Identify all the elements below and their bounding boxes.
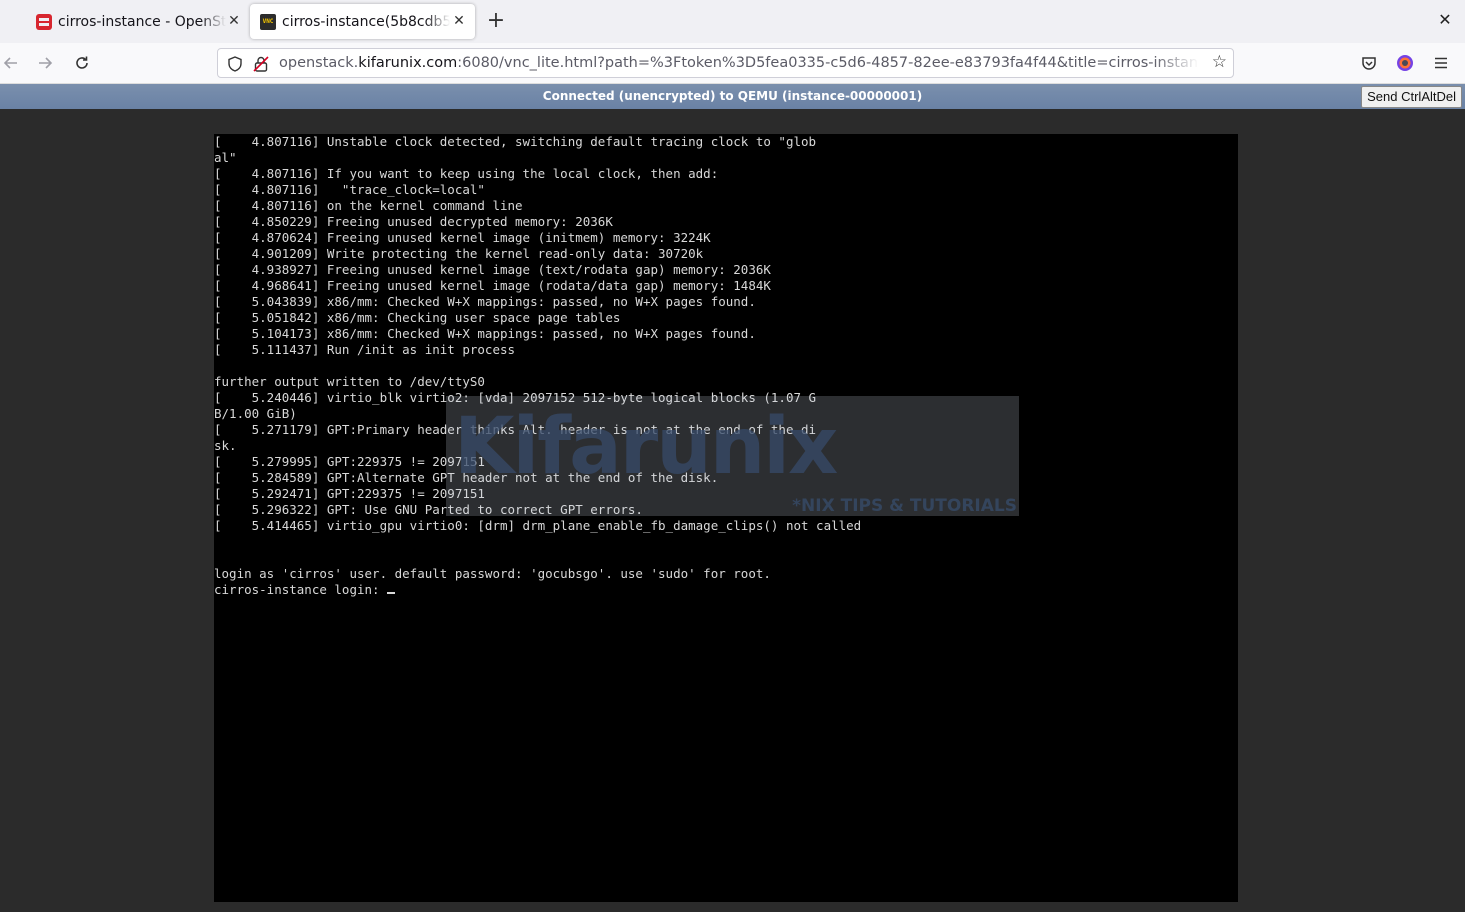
console-line: [ 5.051842] x86/mm: Checking user space …: [214, 310, 621, 325]
pocket-icon: [1362, 57, 1376, 70]
forward-arrow-icon: [39, 57, 53, 69]
tab-vnc-console[interactable]: VNC cirros-instance(5b8cdb51-9d5e-4e8a-a…: [250, 4, 475, 39]
send-ctrlaltdel-button[interactable]: Send CtrlAltDel: [1361, 86, 1462, 108]
console-line: [ 4.870624] Freeing unused kernel image …: [214, 230, 711, 245]
bookmark-star-icon[interactable]: ☆: [1212, 52, 1227, 72]
new-tab-button[interactable]: +: [484, 10, 508, 34]
login-prompt-text: cirros-instance login:: [214, 582, 388, 597]
console-line: [ 4.850229] Freeing unused decrypted mem…: [214, 214, 613, 229]
text-cursor: [387, 592, 396, 594]
account-button[interactable]: [1394, 52, 1416, 74]
console-line: [ 5.292471] GPT:229375 != 2097151: [214, 486, 485, 501]
console-output: [ 4.807116] Unstable clock detected, swi…: [214, 134, 1238, 598]
console-line: al": [214, 150, 237, 165]
console-line: [ 4.807116] Unstable clock detected, swi…: [214, 134, 817, 149]
console-line: [ 4.968641] Freeing unused kernel image …: [214, 278, 771, 293]
console-line: [ 4.938927] Freeing unused kernel image …: [214, 262, 771, 277]
tab-openstack-dashboard[interactable]: cirros-instance - OpenStack Dashboard ✕: [28, 4, 250, 39]
hamburger-menu-icon: [1435, 57, 1447, 69]
tab-title: cirros-instance(5b8cdb51-9d5e-4e8a-a1f1-…: [282, 13, 450, 30]
console-line: [ 5.271179] GPT:Primary header thinks Al…: [214, 422, 817, 437]
tab-title: cirros-instance - OpenStack Dashboard: [58, 13, 226, 30]
console-screen[interactable]: [ 4.807116] Unstable clock detected, swi…: [214, 134, 1238, 902]
reload-button[interactable]: [71, 52, 93, 74]
back-button[interactable]: [0, 52, 22, 74]
back-arrow-icon: [3, 57, 17, 69]
account-avatar-icon: [1397, 55, 1413, 71]
connection-status: Connected (unencrypted) to QEMU (instanc…: [542, 89, 923, 103]
vnc-icon: VNC: [260, 13, 276, 30]
navigation-bar: openstack.kifarunix.com:6080/vnc_lite.ht…: [0, 43, 1465, 84]
console-line: [ 4.807116] "trace_clock=local": [214, 182, 485, 197]
console-line: [ 5.104173] x86/mm: Checked W+X mappings…: [214, 326, 756, 341]
console-line: [ 4.807116] on the kernel command line: [214, 198, 523, 213]
close-icon[interactable]: ✕: [226, 13, 242, 29]
console-line: sk.: [214, 438, 237, 453]
insecure-lock-icon[interactable]: [252, 55, 270, 73]
console-line: [ 5.296322] GPT: Use GNU Parted to corre…: [214, 502, 643, 517]
console-line: [ 5.284589] GPT:Alternate GPT header not…: [214, 470, 719, 485]
close-window-button[interactable]: ✕: [1435, 10, 1455, 30]
openstack-icon: [36, 13, 52, 30]
console-line: [ 5.043839] x86/mm: Checked W+X mappings…: [214, 294, 756, 309]
vnc-status-bar: Connected (unencrypted) to QEMU (instanc…: [0, 84, 1465, 109]
console-line: [ 5.414465] virtio_gpu virtio0: [drm] dr…: [214, 518, 862, 533]
address-bar[interactable]: openstack.kifarunix.com:6080/vnc_lite.ht…: [217, 48, 1234, 78]
console-line: [ 4.901209] Write protecting the kernel …: [214, 246, 704, 261]
console-line: [ 5.240446] virtio_blk virtio2: [vda] 20…: [214, 390, 817, 405]
reload-icon: [76, 56, 88, 69]
vnc-viewport: [ 4.807116] Unstable clock detected, swi…: [0, 109, 1465, 912]
console-line: further output written to /dev/ttyS0: [214, 374, 485, 389]
tab-strip: cirros-instance - OpenStack Dashboard ✕ …: [0, 0, 1465, 43]
console-line: B/1.00 GiB): [214, 406, 297, 421]
url-text[interactable]: openstack.kifarunix.com:6080/vnc_lite.ht…: [279, 55, 1199, 71]
console-line: login as 'cirros' user. default password…: [214, 566, 771, 581]
console-line: [ 5.111437] Run /init as init process: [214, 342, 516, 357]
console-line: [ 5.279995] GPT:229375 != 2097151: [214, 454, 485, 469]
console-line: [ 4.807116] If you want to keep using th…: [214, 166, 719, 181]
pocket-button[interactable]: [1358, 52, 1380, 74]
shield-icon[interactable]: [226, 55, 244, 73]
close-icon[interactable]: ✕: [451, 13, 467, 29]
forward-button[interactable]: [34, 52, 56, 74]
menu-button[interactable]: [1430, 52, 1452, 74]
login-prompt[interactable]: cirros-instance login:: [214, 582, 1238, 598]
